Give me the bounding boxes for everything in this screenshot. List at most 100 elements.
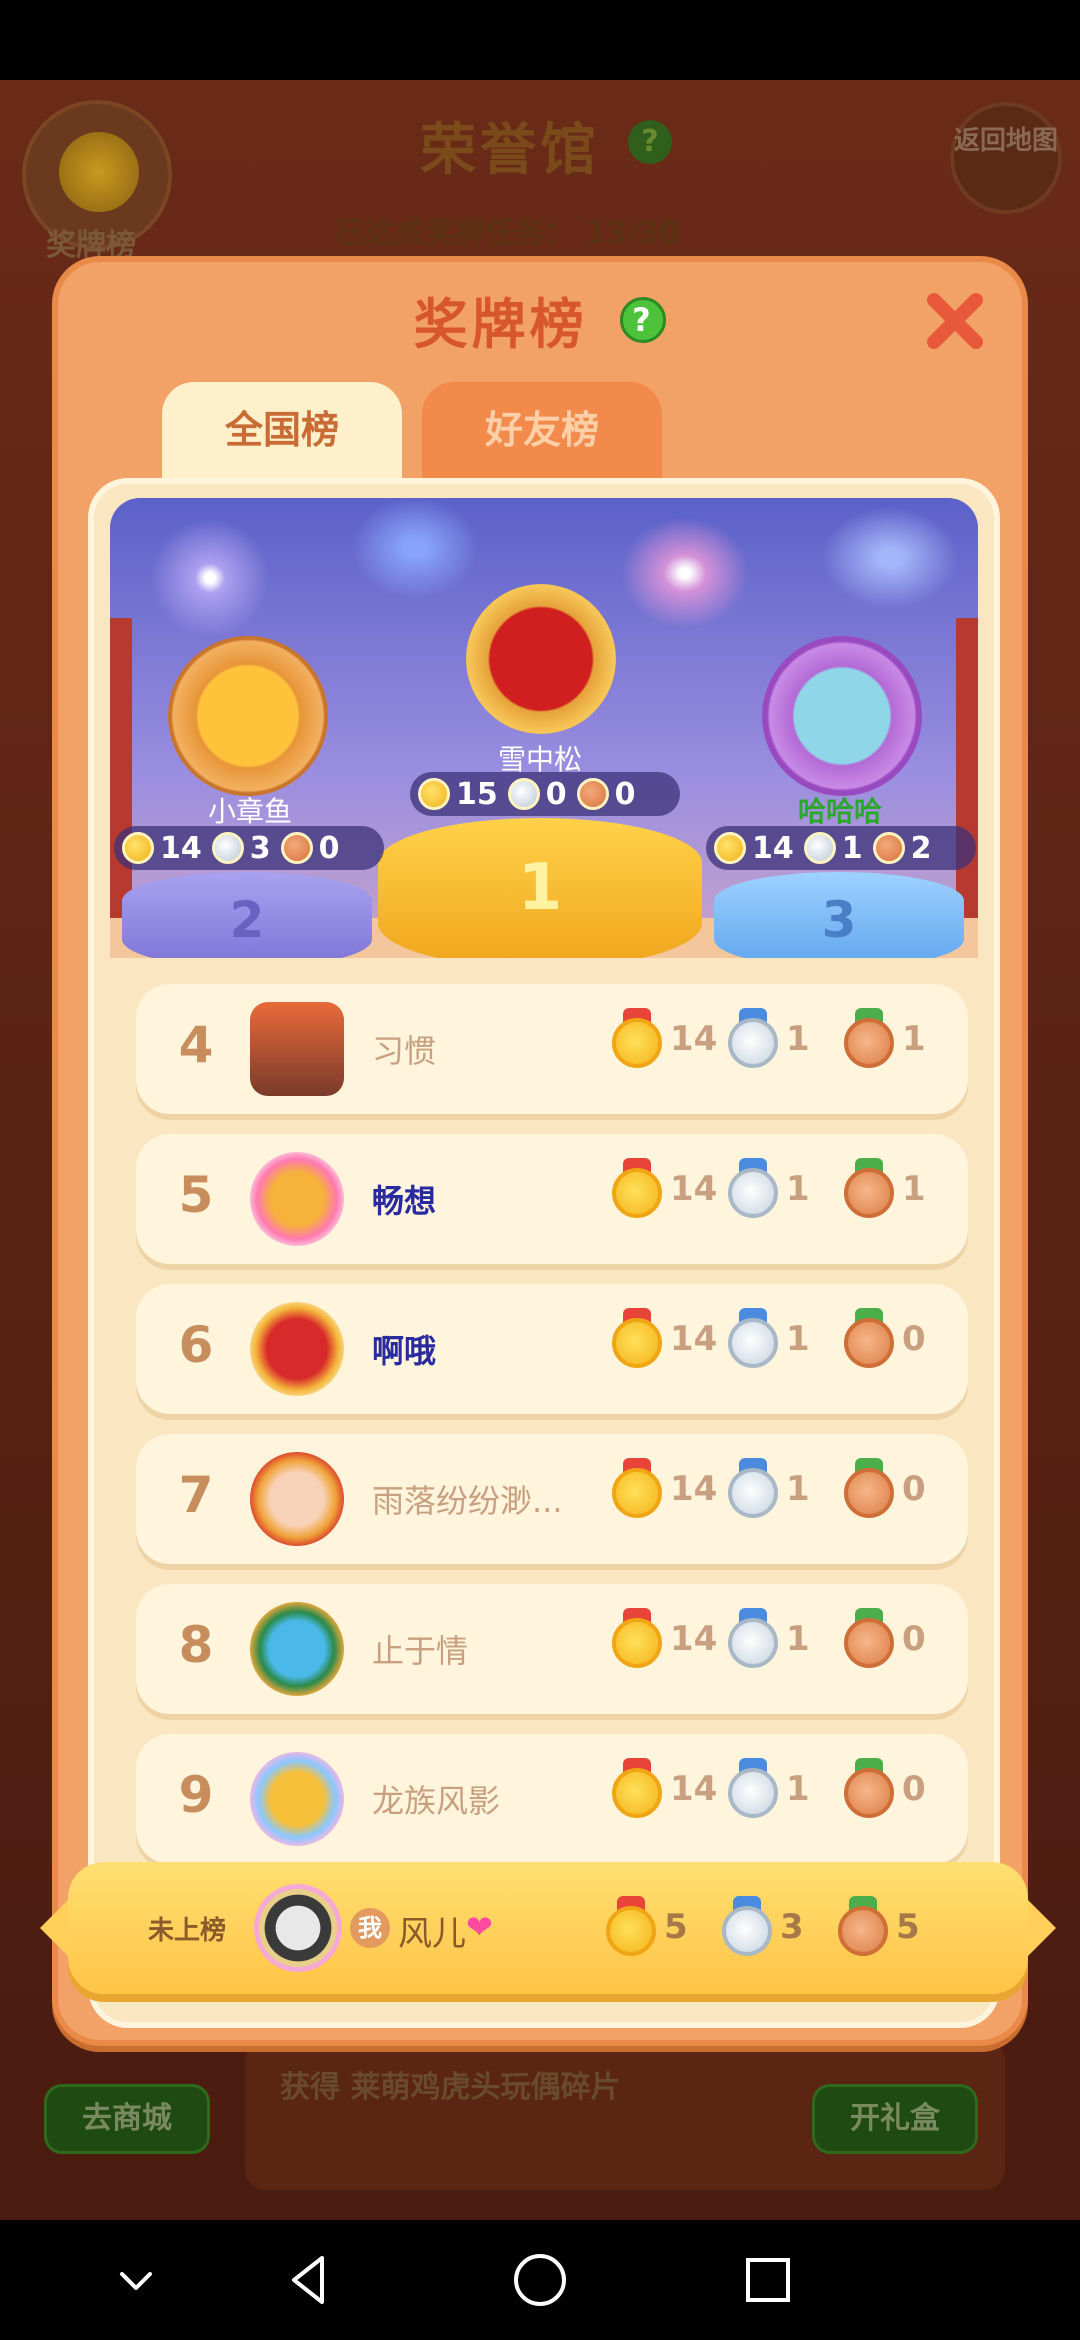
row-rank: 6 (178, 1316, 214, 1374)
row-medals: 14 1 1 (610, 1008, 926, 1070)
row-name: 止于情 (372, 1632, 469, 1670)
bronze-medal-icon (836, 1896, 890, 1958)
firework-decoration (810, 498, 970, 618)
first-silver-count: 0 (545, 776, 567, 812)
leaderboard-row[interactable]: 7 雨落纷纷渺... 14 1 0 (136, 1434, 968, 1564)
nav-recents-button[interactable] (736, 2248, 800, 2312)
row-rank: 9 (178, 1766, 214, 1824)
leaderboard-row[interactable]: 8 止于情 14 1 0 (136, 1584, 968, 1714)
row-avatar[interactable] (250, 1002, 344, 1096)
silver-medal-icon (211, 832, 244, 864)
chevron-down-icon (120, 2272, 152, 2290)
row-name: 雨落纷纷渺... (372, 1482, 563, 1520)
row-avatar[interactable] (250, 1452, 344, 1546)
help-icon[interactable]: ? (620, 296, 667, 343)
gold-count: 14 (670, 1769, 718, 1809)
second-place-avatar[interactable] (168, 636, 328, 796)
gold-medal-icon (122, 832, 154, 864)
row-rank: 8 (178, 1616, 214, 1674)
heart-icon: ❤ (466, 1908, 493, 1946)
medal-task-progress: 已达成奖牌任务： 13/30 (335, 208, 680, 252)
gold-medal-icon (610, 1458, 664, 1520)
system-navigation-bar (0, 2220, 1080, 2340)
silver-medal-icon (726, 1158, 780, 1220)
gold-medal-icon (610, 1308, 664, 1370)
row-rank: 4 (178, 1016, 214, 1074)
my-rank-label: 未上榜 (148, 1916, 227, 1946)
row-medals: 14 1 0 (610, 1308, 926, 1370)
my-gold-count: 5 (664, 1907, 688, 1947)
close-icon[interactable] (920, 286, 990, 356)
bronze-count: 1 (902, 1169, 926, 1209)
silver-count: 1 (786, 1319, 810, 1359)
podium-stage: 2 3 1 雪中松 15 0 0 小章鱼 14 3 0 哈哈哈 14 1 2 (110, 498, 978, 958)
first-place-stats: 15 0 0 (410, 772, 680, 816)
bronze-count: 0 (902, 1769, 926, 1809)
third-bronze-count: 2 (910, 830, 932, 866)
third-place-stats: 14 1 2 (706, 826, 976, 870)
my-avatar[interactable] (254, 1884, 342, 1972)
row-avatar[interactable] (250, 1152, 344, 1246)
bronze-count: 0 (902, 1469, 926, 1509)
modal-title-text: 奖牌榜 (413, 293, 588, 356)
silver-medal-icon (726, 1458, 780, 1520)
nav-back-button[interactable] (278, 2248, 342, 2312)
third-silver-count: 1 (841, 830, 863, 866)
silver-medal-icon (726, 1308, 780, 1370)
return-map-button[interactable]: 返回地图 (950, 102, 1062, 214)
ribbon-tail-right (1026, 1898, 1056, 1958)
firework-decoration (340, 498, 490, 608)
pedestal-third: 3 (714, 872, 964, 958)
silver-count: 1 (786, 1469, 810, 1509)
silver-count: 1 (786, 1019, 810, 1059)
leaderboard-row[interactable]: 6 啊哦 14 1 0 (136, 1284, 968, 1414)
leaderboard-panel: 2 3 1 雪中松 15 0 0 小章鱼 14 3 0 哈哈哈 14 1 2 4… (88, 478, 1000, 2028)
nav-home-button[interactable] (508, 2248, 572, 2312)
bronze-count: 0 (902, 1319, 926, 1359)
row-avatar[interactable] (250, 1752, 344, 1846)
nav-collapse-button[interactable] (104, 2248, 168, 2312)
bronze-medal-icon (576, 778, 609, 810)
bronze-medal-icon (842, 1458, 896, 1520)
row-name: 啊哦 (372, 1332, 437, 1370)
gold-medal-icon (604, 1896, 658, 1958)
gold-medal-icon (610, 1608, 664, 1670)
my-rank-bar[interactable]: 未上榜 我 风儿 ❤ 5 3 5 (40, 1862, 1056, 1994)
leaderboard-row[interactable]: 9 龙族风影 14 1 0 (136, 1734, 968, 1864)
leaderboard-row[interactable]: 5 畅想 14 1 1 (136, 1134, 968, 1264)
bronze-count: 0 (902, 1619, 926, 1659)
bronze-medal-icon (842, 1008, 896, 1070)
second-place-name: 小章鱼 (207, 795, 292, 828)
modal-title: 奖牌榜 ? (58, 280, 1022, 359)
silver-medal-icon (726, 1008, 780, 1070)
firework-decoration (610, 508, 760, 638)
gold-medal-icon (714, 832, 746, 864)
row-medals: 14 1 1 (610, 1158, 926, 1220)
third-place-avatar[interactable] (762, 636, 922, 796)
row-avatar[interactable] (250, 1302, 344, 1396)
gold-medal-icon (418, 778, 450, 810)
my-bronze-count: 5 (896, 1907, 920, 1947)
reward-text: 获得 莱萌鸡虎头玩偶碎片 (280, 2070, 621, 2105)
background-help-icon[interactable]: ? (628, 120, 672, 164)
row-rank: 5 (178, 1166, 214, 1224)
go-shop-button[interactable]: 去商城 (44, 2084, 210, 2154)
open-gift-button[interactable]: 开礼盒 (812, 2084, 978, 2154)
gold-count: 14 (670, 1169, 718, 1209)
row-rank: 7 (178, 1466, 214, 1524)
bronze-medal-icon (842, 1158, 896, 1220)
back-triangle-icon (292, 2256, 324, 2304)
tab-friends[interactable]: 好友榜 (422, 382, 662, 492)
background-header: 奖牌榜 荣誉馆 ? 已达成奖牌任务： 13/30 返回地图 (0, 80, 1080, 263)
first-place-avatar[interactable] (466, 584, 616, 734)
second-gold-count: 14 (160, 830, 202, 866)
leaderboard-row[interactable]: 4 习惯 14 1 1 (136, 984, 968, 1114)
silver-medal-icon (507, 778, 540, 810)
bronze-count: 1 (902, 1019, 926, 1059)
tab-national[interactable]: 全国榜 (162, 382, 402, 492)
row-medals: 14 1 0 (610, 1758, 926, 1820)
silver-medal-icon (726, 1608, 780, 1670)
row-avatar[interactable] (250, 1602, 344, 1696)
medal-board-modal: 奖牌榜 ? 好友榜 全国榜 2 3 1 雪中松 15 0 0 小章鱼 14 3 … (52, 256, 1028, 2046)
row-medals: 14 1 0 (610, 1458, 926, 1520)
